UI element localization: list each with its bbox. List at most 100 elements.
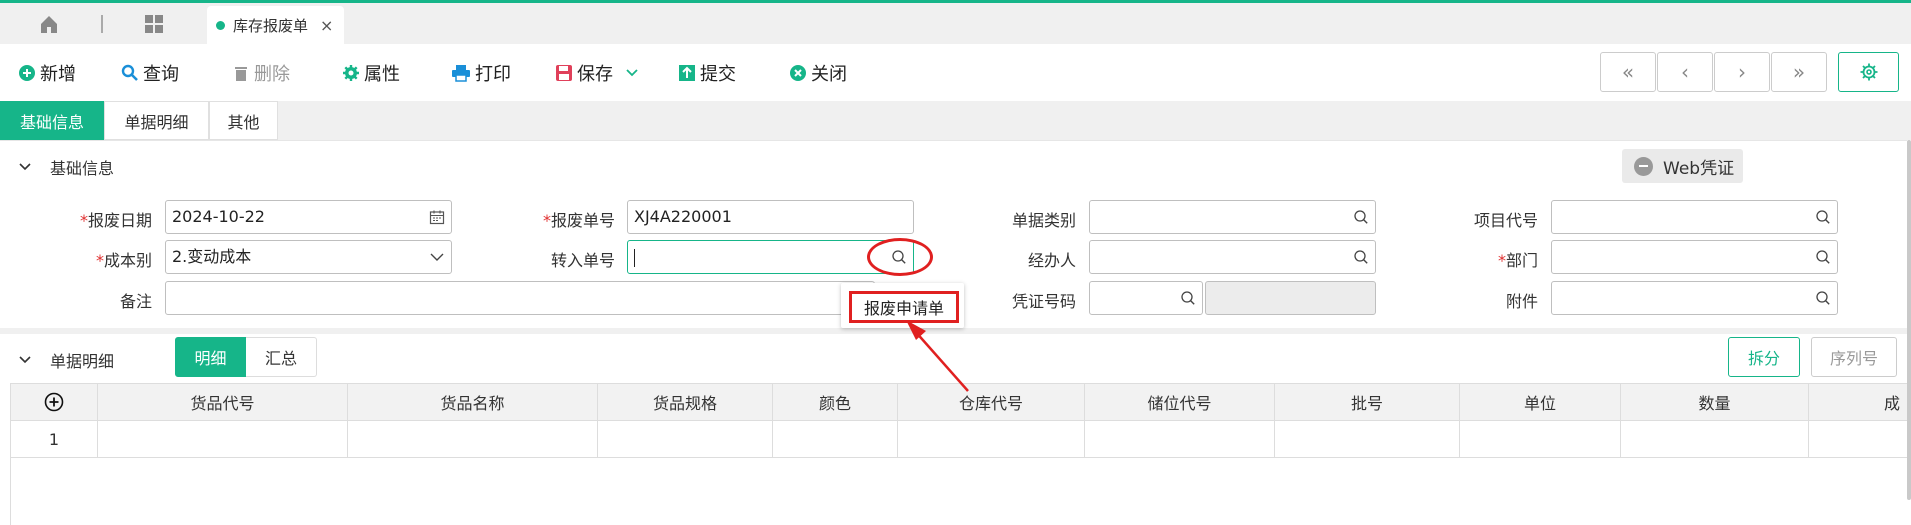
section-title: 基础信息 <box>50 159 115 178</box>
voucher-readonly-field <box>1205 281 1376 315</box>
summary-toggle-button[interactable]: 汇总 <box>246 337 317 377</box>
chevron-down-icon[interactable] <box>625 68 639 78</box>
close-button[interactable]: 关闭 <box>789 61 847 85</box>
basic-info-header[interactable]: 基础信息 <box>18 155 114 179</box>
scrap-no-value: XJ4A220001 <box>634 207 732 226</box>
search-icon[interactable] <box>1353 249 1369 265</box>
detail-toggle-button[interactable]: 明细 <box>175 337 246 377</box>
search-icon[interactable] <box>1815 249 1831 265</box>
scrap-no-field[interactable]: XJ4A220001 <box>627 200 914 234</box>
settings-button[interactable] <box>1838 52 1899 92</box>
serial-number-button[interactable]: 序列号 <box>1811 337 1897 377</box>
save-icon <box>556 65 572 81</box>
scrap-date-value: 2024-10-22 <box>172 207 265 226</box>
record-nav-group: « ‹ › » <box>1600 52 1828 92</box>
search-icon[interactable] <box>1815 290 1831 306</box>
plus-circle-icon <box>19 65 35 81</box>
tab-other[interactable]: 其他 <box>209 101 278 140</box>
column-header[interactable]: 仓库代号 <box>898 384 1085 421</box>
next-record-button[interactable]: › <box>1714 52 1770 92</box>
scrap-date-field[interactable]: 2024-10-22 <box>165 200 452 234</box>
column-header[interactable]: 货品代号 <box>98 384 348 421</box>
add-button[interactable]: 新增 <box>18 61 76 85</box>
last-record-button[interactable]: » <box>1771 52 1827 92</box>
scrap-no-label: *报废单号 <box>542 211 615 230</box>
cost-select[interactable]: 2.变动成本 <box>165 240 452 274</box>
voucher-field[interactable] <box>1089 281 1203 315</box>
print-button[interactable]: 打印 <box>451 61 511 85</box>
doc-detail-header[interactable]: 单据明细 <box>18 348 114 372</box>
print-label: 打印 <box>475 64 511 85</box>
search-icon[interactable] <box>1180 290 1196 306</box>
table-cell[interactable] <box>1621 421 1809 458</box>
table-cell[interactable] <box>598 421 773 458</box>
table-cell[interactable] <box>898 421 1085 458</box>
grid-icon[interactable] <box>143 13 165 35</box>
table-cell[interactable] <box>773 421 898 458</box>
close-tab-icon[interactable]: × <box>320 16 333 35</box>
search-icon[interactable] <box>1815 209 1831 225</box>
column-header[interactable]: 货品规格 <box>598 384 773 421</box>
web-voucher-label: Web凭证 <box>1663 158 1735 179</box>
delete-button[interactable]: 删除 <box>232 61 290 85</box>
chevron-down-icon <box>19 163 31 171</box>
text-cursor <box>634 248 635 267</box>
close-label: 关闭 <box>811 64 847 85</box>
tab-separator <box>101 15 103 33</box>
close-circle-icon <box>790 65 806 81</box>
tab-doc-detail[interactable]: 单据明细 <box>104 101 209 140</box>
search-icon[interactable] <box>1353 209 1369 225</box>
column-header[interactable]: 成 <box>1809 384 1907 421</box>
toolbar: 新增 查询 删除 属性 打印 保存 提交 关闭 « ‹ › » <box>0 44 1911 101</box>
gear-icon <box>343 65 359 81</box>
add-row-cell[interactable] <box>11 384 98 421</box>
query-button[interactable]: 查询 <box>121 61 179 85</box>
handler-field[interactable] <box>1089 240 1376 274</box>
first-record-button[interactable]: « <box>1600 52 1656 92</box>
detail-grid: 货品代号 货品名称 货品规格 颜色 仓库代号 储位代号 批号 单位 数量 成 1 <box>10 383 1907 525</box>
submit-label: 提交 <box>700 64 736 85</box>
table-cell[interactable] <box>1809 421 1907 458</box>
vertical-scrollbar[interactable] <box>1907 140 1911 500</box>
prev-record-button[interactable]: ‹ <box>1657 52 1713 92</box>
calendar-icon[interactable] <box>429 209 445 225</box>
chevron-down-icon <box>19 356 31 364</box>
table-cell[interactable] <box>1460 421 1621 458</box>
settings-gear-icon <box>1860 63 1877 81</box>
add-label: 新增 <box>40 64 76 85</box>
properties-label: 属性 <box>364 64 400 85</box>
tab-scrap-order[interactable]: 库存报废单 × <box>207 6 344 44</box>
add-row-icon <box>44 392 64 412</box>
column-header[interactable]: 储位代号 <box>1085 384 1275 421</box>
attach-field[interactable] <box>1551 281 1838 315</box>
column-header[interactable]: 货品名称 <box>348 384 598 421</box>
tab-label: 库存报废单 <box>233 16 309 35</box>
table-cell[interactable] <box>348 421 598 458</box>
table-cell[interactable] <box>1275 421 1460 458</box>
dept-field[interactable] <box>1551 240 1838 274</box>
column-header[interactable]: 批号 <box>1275 384 1460 421</box>
properties-button[interactable]: 属性 <box>342 61 400 85</box>
doc-type-label: 单据类别 <box>1011 211 1076 230</box>
printer-icon <box>452 65 470 82</box>
project-field[interactable] <box>1551 200 1838 234</box>
split-button[interactable]: 拆分 <box>1728 337 1800 377</box>
view-toggle: 明细 汇总 <box>175 337 317 377</box>
web-voucher-button[interactable]: Web凭证 <box>1622 149 1743 183</box>
voucher-label: 凭证号码 <box>1011 292 1076 311</box>
tab-basic-info[interactable]: 基础信息 <box>0 101 104 140</box>
scrap-request-option[interactable]: 报废申请单 <box>849 291 959 323</box>
home-icon[interactable] <box>38 13 60 35</box>
query-label: 查询 <box>143 64 179 85</box>
remark-field[interactable] <box>165 281 875 315</box>
doc-type-field[interactable] <box>1089 200 1376 234</box>
save-button[interactable]: 保存 <box>555 61 643 85</box>
table-cell[interactable] <box>1085 421 1275 458</box>
column-header[interactable]: 颜色 <box>773 384 898 421</box>
column-header[interactable]: 数量 <box>1621 384 1809 421</box>
submit-button[interactable]: 提交 <box>678 61 736 85</box>
table-cell[interactable] <box>98 421 348 458</box>
handler-label: 经办人 <box>1027 251 1076 270</box>
column-header[interactable]: 单位 <box>1460 384 1621 421</box>
row-number: 1 <box>11 421 98 458</box>
